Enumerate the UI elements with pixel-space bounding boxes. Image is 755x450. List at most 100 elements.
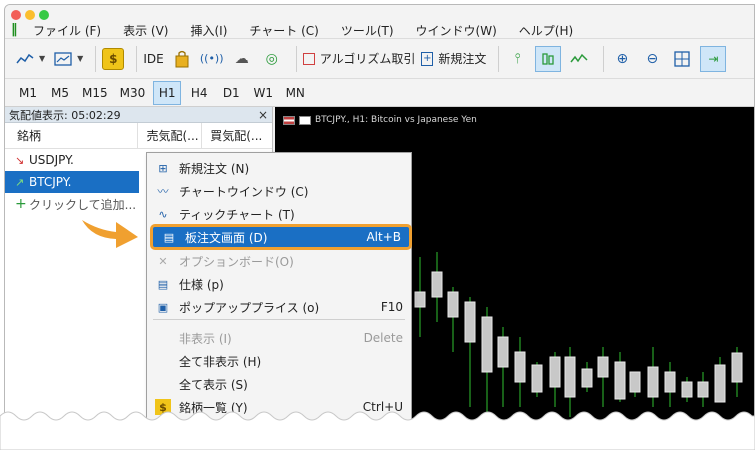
candle-body (597, 356, 609, 378)
menu-view[interactable]: 表示 (V) (123, 22, 168, 39)
autoscroll-button[interactable]: ⇥ (700, 45, 727, 72)
context-menu-item: ✕ オプションボード(O) (147, 250, 411, 272)
timeframe-h4[interactable]: H4 (185, 81, 213, 105)
algo-trading-button[interactable]: アルゴリズム取引 (302, 46, 416, 72)
context-menu-label: 全て表示 (S) (179, 377, 248, 392)
zoom-in-icon: ⊕ (616, 50, 629, 67)
context-menu-label: ティックチャート (T) (179, 207, 295, 222)
ide-button[interactable]: IDE (143, 46, 163, 72)
timeframe-m1[interactable]: M1 (14, 81, 42, 105)
timeframe-mn[interactable]: MN (281, 81, 309, 105)
candle-body (414, 291, 426, 308)
bar-chart-button[interactable]: ⫯ (505, 46, 529, 72)
candle-body (564, 356, 576, 398)
menu-charts[interactable]: チャート (C) (249, 22, 318, 39)
candle-body (464, 301, 476, 343)
chart-type-button[interactable]: ▼ (13, 46, 45, 72)
toolbar-separator (603, 45, 605, 72)
context-menu-item[interactable]: ▣ ポップアッププライス (o) F10 (147, 296, 411, 318)
timeframe-d1[interactable]: D1 (217, 81, 245, 105)
menu-bar: ‖ ファイル (F) 表示 (V) 挿入(I) チャート (C) ツール(T) … (5, 5, 754, 39)
timeframe-w1[interactable]: W1 (249, 81, 277, 105)
zoom-window-icon[interactable] (39, 10, 49, 20)
context-menu-label: 新規注文 (N) (179, 161, 250, 176)
toolbar: ▼ ▼ $ IDE ((•)) ☁ ◎ アルゴリズム取引 + 新規注文 ⫯ ⊕ … (5, 39, 754, 79)
context-menu-label: ポップアッププライス (o) (179, 300, 320, 315)
timeframe-m15[interactable]: M15 (78, 81, 112, 105)
context-menu-item[interactable]: ▤ 仕様 (p) (147, 273, 411, 295)
zoom-in-button[interactable]: ⊕ (610, 46, 634, 72)
column-bid[interactable]: 売気配(... (138, 123, 203, 148)
timeframe-m5[interactable]: M5 (46, 81, 74, 105)
blank-icon (155, 353, 171, 369)
timeframe-h1[interactable]: H1 (153, 80, 182, 105)
tile-windows-button[interactable] (670, 46, 694, 72)
app-logo-icon: ‖ (11, 22, 18, 37)
new-order-icon: ⊞ (158, 161, 168, 175)
template-icon (51, 47, 75, 71)
context-menu: ⊞ 新規注文 (N) 〰チャートウインドウ (C) ∿ ティックチャート (T) ▤ 板注文… (146, 152, 412, 423)
torn-edge (0, 411, 755, 450)
context-menu-item[interactable]: 全て非表示 (H) (147, 350, 411, 372)
candle-body (497, 336, 509, 368)
cloud-icon: ☁ (234, 50, 249, 67)
close-window-icon[interactable] (11, 10, 21, 20)
signals-button[interactable]: ((•)) (200, 46, 224, 72)
candle-body (629, 371, 641, 393)
depth-of-market-icon: ▤ (163, 230, 175, 244)
dollar-icon: $ (102, 47, 125, 70)
dropdown-arrow-icon: ▼ (77, 54, 84, 63)
grid-icon (670, 47, 694, 71)
symbol-row-btcjpy[interactable]: ↗ BTCJPY. (5, 171, 139, 193)
line-chart-button[interactable] (567, 46, 591, 72)
candle-body (549, 356, 561, 388)
toolbar-separator (295, 45, 297, 72)
templates-button[interactable]: ▼ (51, 46, 83, 72)
context-menu-shortcut: F10 (380, 300, 403, 314)
menu-tools[interactable]: ツール(T) (341, 22, 394, 39)
minimize-window-icon[interactable] (25, 10, 35, 20)
algo-trading-label: アルゴリズム取引 (319, 52, 416, 66)
context-menu-item[interactable]: ▤ 板注文画面 (D) Alt+B (150, 224, 412, 250)
store-button[interactable] (170, 46, 194, 72)
candlestick-button[interactable] (535, 45, 562, 72)
context-menu-item[interactable]: 〰チャートウインドウ (C) (147, 180, 411, 202)
symbol-name: USDJPY. (29, 153, 74, 167)
context-menu-label: 全て非表示 (H) (179, 354, 262, 369)
network-button[interactable]: ◎ (260, 46, 284, 72)
symbol-name: BTCJPY. (29, 175, 72, 189)
menu-insert[interactable]: 挿入(I) (190, 22, 227, 39)
context-menu-shortcut: Alt+B (366, 230, 401, 244)
market-watch-title: 気配値表示: 05:02:29 (9, 108, 121, 122)
option-board-icon: ✕ (158, 254, 168, 268)
bar-chart-icon: ⫯ (514, 50, 521, 67)
blank-icon (155, 330, 171, 346)
zoom-out-button[interactable]: ⊖ (640, 46, 664, 72)
column-ask[interactable]: 買気配(... (202, 123, 272, 148)
column-symbol[interactable]: 銘柄 (5, 123, 139, 148)
callout-arrow-icon (82, 220, 138, 248)
new-order-button[interactable]: + 新規注文 (421, 46, 486, 72)
context-menu-item[interactable]: ∿ ティックチャート (T) (147, 203, 411, 225)
close-icon[interactable]: × (258, 108, 268, 122)
toolbar-separator (136, 45, 138, 72)
candle-body (431, 271, 443, 298)
menu-file[interactable]: ファイル (F) (33, 22, 101, 39)
chart-window-icon: 〰 (157, 185, 169, 198)
plus-icon: + (15, 196, 27, 212)
timeframe-m30[interactable]: M30 (116, 81, 150, 105)
zoom-out-icon: ⊖ (646, 50, 659, 67)
menu-window[interactable]: ウインドウ(W) (416, 22, 497, 39)
vps-button[interactable]: ☁ (230, 46, 254, 72)
candle-body (614, 361, 626, 400)
context-menu-separator (153, 319, 405, 320)
market-watch-columns: 銘柄 売気配(... 買気配(... (5, 123, 272, 149)
menu-help[interactable]: ヘルプ(H) (519, 22, 573, 39)
market-button[interactable]: $ (102, 46, 125, 72)
line-chart-icon (13, 47, 37, 71)
context-menu-item[interactable]: ⊞ 新規注文 (N) (147, 157, 411, 179)
candle-body (681, 381, 693, 398)
candle-body (647, 366, 659, 398)
candle-body (514, 351, 526, 383)
context-menu-item[interactable]: 全て表示 (S) (147, 373, 411, 395)
